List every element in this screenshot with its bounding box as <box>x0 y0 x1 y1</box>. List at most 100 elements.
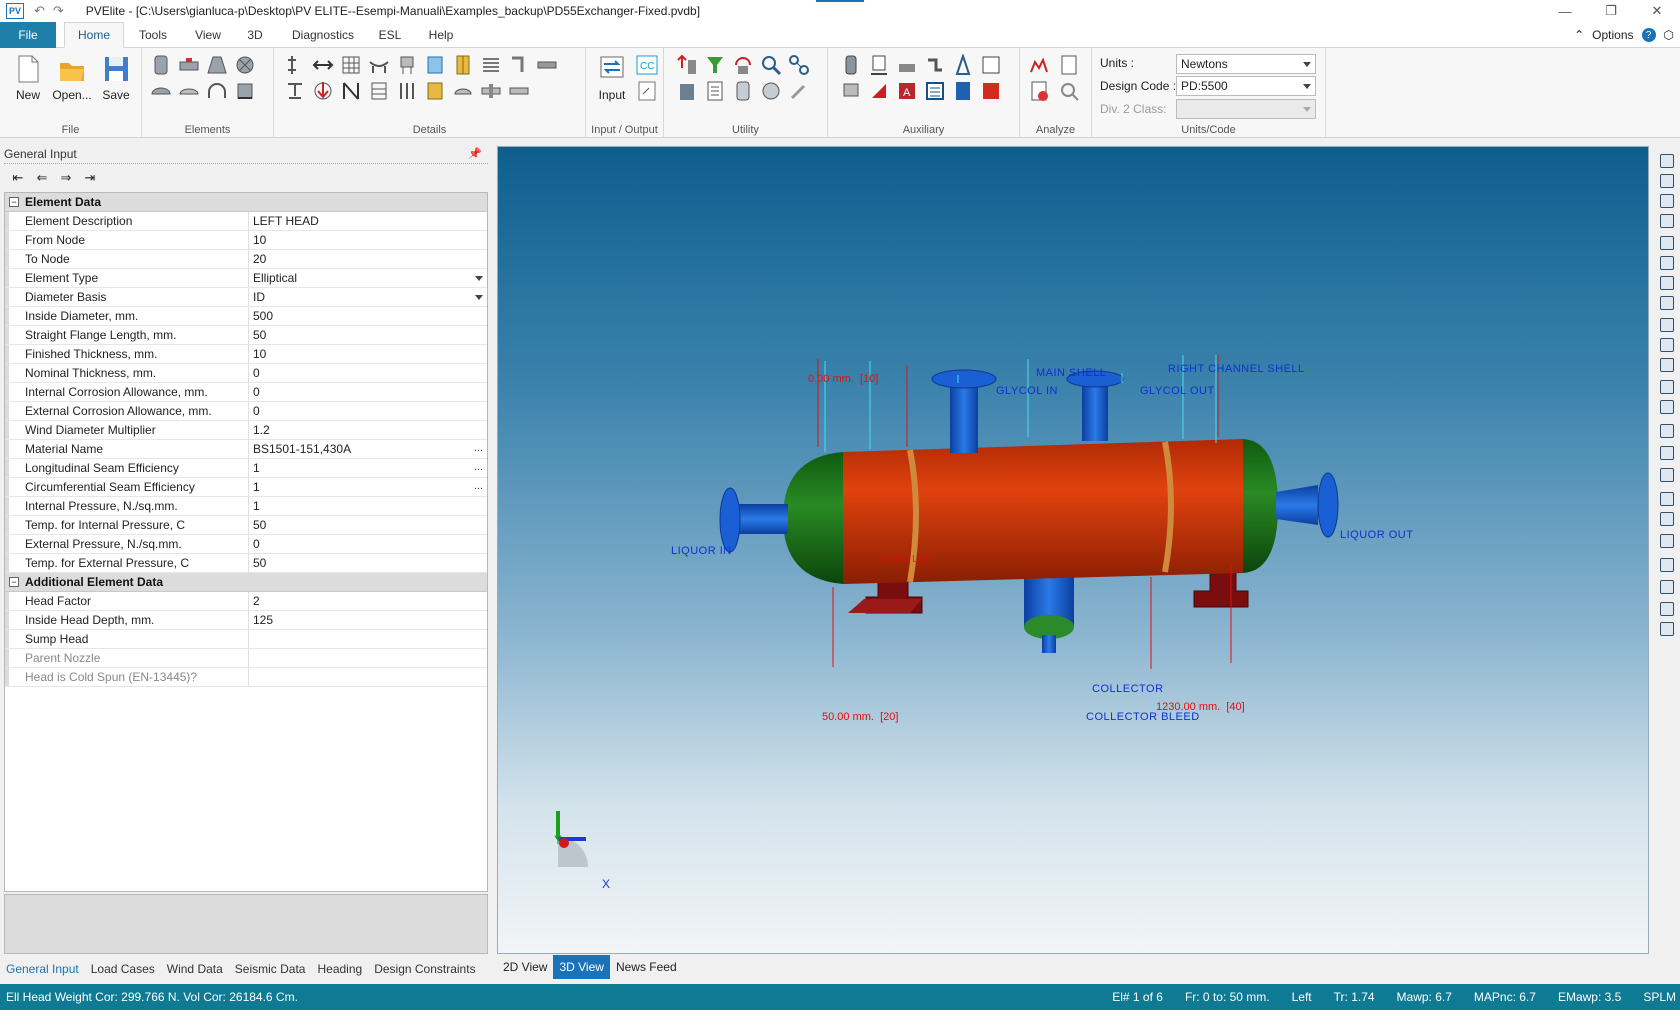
conical-element-icon[interactable] <box>206 54 228 76</box>
cc-icon[interactable]: CC <box>636 54 658 76</box>
property-value-field[interactable]: LEFT HEAD <box>249 212 487 230</box>
error-check-icon[interactable] <box>1028 80 1050 102</box>
tab-view[interactable]: View <box>184 22 232 48</box>
chevron-down-icon[interactable] <box>475 295 483 300</box>
delete-element-icon[interactable] <box>676 80 698 102</box>
force-moment-icon[interactable] <box>312 80 334 102</box>
design-code-select[interactable]: PD:5500 <box>1176 76 1316 96</box>
ellipsis-browse-icon[interactable]: ... <box>474 480 483 492</box>
stand-aux-icon[interactable] <box>868 54 890 76</box>
weight-detail-icon[interactable] <box>340 54 362 76</box>
property-value-field[interactable]: 0 <box>249 364 487 382</box>
category-additional-element-data[interactable]: − Additional Element Data <box>5 573 487 592</box>
tubesheet-aux-icon[interactable] <box>840 80 862 102</box>
property-value-field[interactable]: 1.2 <box>249 421 487 439</box>
view-tool-icon-6[interactable] <box>1660 256 1674 270</box>
liquid-detail-icon[interactable] <box>396 80 418 102</box>
next-element-icon[interactable]: ⇒ <box>58 170 74 185</box>
tab-seismic-data[interactable]: Seismic Data <box>229 962 312 976</box>
body-flange-icon[interactable] <box>178 54 200 76</box>
restore-button[interactable]: ❐ <box>1588 0 1634 22</box>
cylinder-utility-icon[interactable] <box>732 80 754 102</box>
packed-bed-icon[interactable] <box>424 54 446 76</box>
view-tool-icon-2[interactable] <box>1660 174 1674 188</box>
property-value-field[interactable]: 500 <box>249 307 487 325</box>
insert-element-icon[interactable] <box>676 54 698 76</box>
view-tool-icon-4[interactable] <box>1660 214 1674 228</box>
tab-esl[interactable]: ESL <box>372 22 408 48</box>
view-tool-icon-11[interactable] <box>1660 358 1674 372</box>
view-tool-icon-18[interactable] <box>1660 512 1674 526</box>
view-tool-icon-20[interactable] <box>1660 558 1674 572</box>
property-value-field[interactable]: BS1501-151,430A... <box>249 440 487 458</box>
property-value-field[interactable]: 1... <box>249 478 487 496</box>
tower-aux-icon[interactable] <box>952 54 974 76</box>
insulation-icon[interactable] <box>480 54 502 76</box>
nozzle-detail-icon[interactable] <box>312 54 334 76</box>
category-element-data[interactable]: − Element Data <box>5 193 487 212</box>
analyze-run-icon[interactable] <box>1028 54 1050 76</box>
view-tool-icon-13[interactable] <box>1660 400 1674 414</box>
list-aux-icon[interactable] <box>924 80 946 102</box>
close-button[interactable]: ✕ <box>1634 0 1680 22</box>
tab-design-constraints[interactable]: Design Constraints <box>368 962 481 976</box>
tab-news-feed[interactable]: News Feed <box>610 955 683 979</box>
view-tool-icon-19[interactable] <box>1660 534 1674 548</box>
property-value-field[interactable]: 10 <box>249 345 487 363</box>
sphere-icon[interactable] <box>760 80 782 102</box>
pin-icon[interactable]: 📌 <box>468 147 482 160</box>
lining-icon[interactable] <box>508 54 530 76</box>
tab-help[interactable]: Help <box>418 22 464 48</box>
tab-3d[interactable]: 3D <box>238 22 272 48</box>
new-button[interactable]: New <box>10 54 46 102</box>
calc-aux-icon[interactable] <box>952 80 974 102</box>
tab-heading[interactable]: Heading <box>311 962 368 976</box>
3d-viewport[interactable]: LIQUOR IN LIQUOR OUT GLYCOL IN GLYCOL OU… <box>497 146 1649 954</box>
tab-3d-view[interactable]: 3D View <box>553 955 610 979</box>
view-tool-icon-15[interactable] <box>1660 446 1674 460</box>
tab-2d-view[interactable]: 2D View <box>497 955 553 979</box>
property-value-field[interactable]: 20 <box>249 250 487 268</box>
saddle-detail-icon[interactable] <box>368 54 390 76</box>
view-tool-icon-10[interactable] <box>1660 338 1674 352</box>
property-value-field[interactable]: 1... <box>249 459 487 477</box>
tab-diagnostics[interactable]: Diagnostics <box>282 22 364 48</box>
vessel-aux-icon[interactable] <box>840 54 862 76</box>
collapse-toggle-icon[interactable]: − <box>9 197 19 207</box>
pdf-red-icon[interactable] <box>868 80 890 102</box>
pipe-aux-icon[interactable] <box>924 54 946 76</box>
options-menu[interactable]: Options <box>1592 28 1633 42</box>
previous-element-icon[interactable]: ⇐ <box>34 170 50 185</box>
output-report-icon[interactable] <box>636 80 658 102</box>
tab-tools[interactable]: Tools <box>126 22 180 48</box>
units-select[interactable]: Newtons <box>1176 54 1316 74</box>
brush-icon[interactable] <box>788 80 810 102</box>
property-value-field[interactable]: 50 <box>249 326 487 344</box>
property-value-field[interactable]: ID <box>249 288 487 306</box>
property-value-field[interactable] <box>249 630 487 648</box>
tab-load-cases[interactable]: Load Cases <box>85 962 161 976</box>
open-button[interactable]: Open... <box>52 54 92 102</box>
welded-flat-icon[interactable] <box>234 54 256 76</box>
view-tool-icon-17[interactable] <box>1660 492 1674 506</box>
network-icon[interactable] <box>788 54 810 76</box>
view-tool-icon-1[interactable] <box>1660 154 1674 168</box>
property-value-field[interactable]: 50 <box>249 516 487 534</box>
tab-wind-data[interactable]: Wind Data <box>161 962 229 976</box>
cylinder-element-icon[interactable] <box>150 54 172 76</box>
help-icon[interactable]: ? <box>1641 28 1656 42</box>
view-tool-icon-22[interactable] <box>1660 602 1674 616</box>
spherical-head-icon[interactable] <box>206 80 228 102</box>
calculator-aux-icon[interactable] <box>980 54 1002 76</box>
torispherical-head-icon[interactable] <box>178 80 200 102</box>
packing-icon[interactable] <box>424 80 446 102</box>
leg-detail-icon[interactable] <box>396 54 418 76</box>
quick-access-undo-redo-icon[interactable]: ↶↷ <box>34 3 72 19</box>
view-tool-icon-16[interactable] <box>1660 468 1674 482</box>
collapse-ribbon-icon[interactable]: ⌃ <box>1574 28 1584 42</box>
elliptical-head-icon[interactable] <box>150 80 172 102</box>
halfpipe-jacket-icon[interactable] <box>368 80 390 102</box>
filter-icon[interactable] <box>704 54 726 76</box>
property-value-field[interactable]: Elliptical <box>249 269 487 287</box>
zoom-search-icon[interactable] <box>760 54 782 76</box>
